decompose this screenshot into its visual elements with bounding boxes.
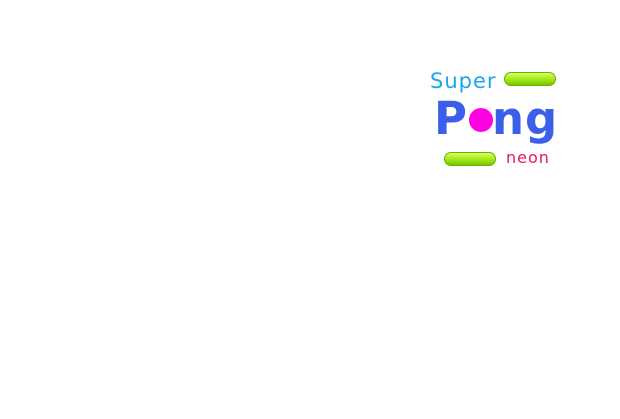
logo-pong-letter-p: P — [434, 92, 468, 145]
logo-pong-letters-ng: ng — [491, 92, 559, 145]
logo-word-super: Super — [430, 69, 497, 93]
ball-icon — [469, 108, 493, 132]
logo-word-pong: Png — [434, 96, 558, 141]
game-logo: Super Png neon — [424, 62, 574, 174]
logo-word-neon: neon — [506, 148, 550, 167]
paddle-icon-top — [504, 72, 556, 86]
paddle-icon-bottom — [444, 152, 496, 166]
game-canvas: Super Png neon — [0, 0, 620, 419]
